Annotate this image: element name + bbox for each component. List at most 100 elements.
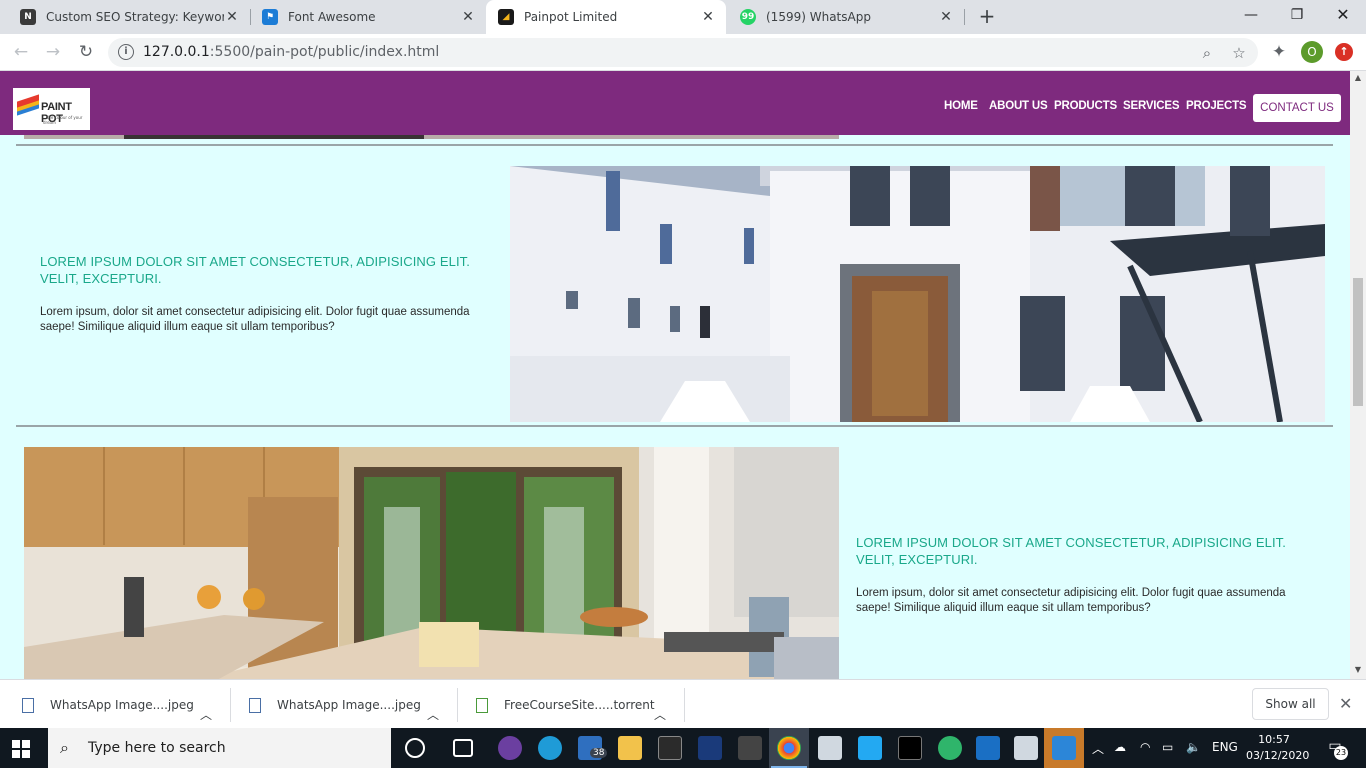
media-player-icon[interactable] — [498, 736, 522, 760]
language-indicator[interactable]: ENG — [1212, 740, 1238, 754]
tab-seo[interactable]: N Custom SEO Strategy: Keyword R ✕ — [8, 0, 250, 34]
page-scrollbar[interactable]: ▲ ▼ — [1350, 71, 1366, 679]
tab-strip: N Custom SEO Strategy: Keyword R ✕ ⚑ Fon… — [0, 0, 1366, 34]
search-placeholder: Type here to search — [88, 740, 226, 756]
tab-font-awesome[interactable]: ⚑ Font Awesome ✕ — [250, 0, 486, 34]
task-view-icon[interactable] — [453, 739, 473, 757]
clock[interactable]: 10:57 03/12/2020 — [1246, 732, 1310, 764]
minimize-button[interactable]: — — [1228, 0, 1274, 30]
restore-button[interactable]: ❐ — [1274, 0, 1320, 30]
url-text[interactable]: 127.0.0.1:5500/pain-pot/public/index.htm… — [143, 44, 439, 60]
site-navbar: PAINT POT ...the colour of your dream HO… — [0, 71, 1350, 135]
page-viewport: PAINT POT ...the colour of your dream HO… — [0, 71, 1366, 679]
browser-toolbar: ← → ↻ i 127.0.0.1:5500/pain-pot/public/i… — [0, 34, 1366, 71]
info-icon[interactable]: i — [118, 44, 134, 60]
video-icon[interactable] — [976, 736, 1000, 760]
extensions-puzzle-icon[interactable]: ✦ — [1268, 41, 1290, 63]
tab-title: Custom SEO Strategy: Keyword R — [46, 10, 224, 24]
contact-us-button[interactable]: CONTACT US — [1253, 94, 1341, 122]
tab-painpot[interactable]: ◢ Painpot Limited ✕ — [486, 0, 726, 34]
clock-date: 03/12/2020 — [1246, 749, 1310, 762]
terminal-icon[interactable] — [898, 736, 922, 760]
scrollbar-thumb[interactable] — [1353, 278, 1363, 406]
close-icon[interactable]: ✕ — [1339, 694, 1352, 713]
zoom-icon[interactable]: ⌕ — [1198, 44, 1216, 62]
edge-icon[interactable] — [538, 736, 562, 760]
image-file-icon — [249, 697, 261, 713]
torrent-file-icon — [476, 697, 488, 713]
bookmark-star-icon[interactable]: ☆ — [1230, 44, 1248, 62]
nav-products[interactable]: PRODUCTS — [1054, 100, 1117, 112]
tab-title: (1599) WhatsApp — [766, 10, 871, 24]
close-tab-icon[interactable]: ✕ — [460, 9, 476, 25]
taskbar-search-box[interactable]: ⌕ Type here to search — [48, 728, 391, 768]
back-arrow-icon[interactable]: ← — [10, 41, 32, 63]
image-file-icon — [22, 697, 34, 713]
image-viewer-icon[interactable] — [1014, 736, 1038, 760]
update-icon[interactable]: ↑ — [1335, 43, 1353, 61]
download-item[interactable]: FreeCourseSite.....torrent — [476, 688, 655, 722]
chevron-up-icon[interactable]: ︿ — [427, 697, 439, 731]
file-explorer-icon[interactable] — [618, 736, 642, 760]
clock-time: 10:57 — [1258, 733, 1290, 746]
section-divider — [16, 425, 1333, 427]
mongodb-icon[interactable] — [938, 736, 962, 760]
cortana-icon[interactable] — [405, 738, 425, 758]
chrome-icon[interactable] — [777, 736, 801, 760]
cloud-icon[interactable]: ☁ — [1114, 740, 1126, 754]
battery-icon[interactable]: ▭ — [1162, 740, 1173, 754]
store-icon[interactable] — [658, 736, 682, 760]
profile-avatar[interactable]: O — [1301, 41, 1323, 63]
close-tab-icon[interactable]: ✕ — [700, 9, 716, 25]
game-icon[interactable] — [698, 736, 722, 760]
chevron-up-icon[interactable]: ︿ — [200, 697, 212, 731]
nav-projects[interactable]: PROJECTS — [1186, 100, 1247, 112]
address-bar[interactable]: i 127.0.0.1:5500/pain-pot/public/index.h… — [108, 38, 1258, 67]
forward-arrow-icon[interactable]: → — [42, 41, 64, 63]
windows-start-icon[interactable] — [12, 740, 30, 758]
download-filename: FreeCourseSite.....torrent — [504, 698, 655, 712]
chevron-up-icon[interactable]: ︿ — [654, 697, 666, 731]
scroll-down-icon[interactable]: ▼ — [1350, 663, 1366, 677]
nav-about-us[interactable]: ABOUT US — [989, 100, 1048, 112]
close-window-button[interactable]: ✕ — [1320, 0, 1366, 30]
whatsapp-favicon-icon: 99 — [740, 9, 756, 25]
close-tab-icon[interactable]: ✕ — [938, 9, 954, 25]
reload-icon[interactable]: ↻ — [75, 41, 97, 63]
notification-icon[interactable]: ▭ 23 — [1324, 738, 1348, 760]
wifi-icon[interactable]: ◠ — [1140, 740, 1150, 754]
download-shelf: WhatsApp Image....jpeg ︿ WhatsApp Image.… — [0, 679, 1366, 728]
tab-whatsapp[interactable]: 99 (1599) WhatsApp ✕ — [728, 0, 964, 34]
download-item[interactable]: WhatsApp Image....jpeg — [22, 688, 194, 722]
painpot-favicon-icon: ◢ — [498, 9, 514, 25]
volume-icon[interactable]: 🔈 — [1186, 740, 1201, 754]
mail-badge: 38 — [590, 748, 608, 758]
section-heading: LOREM IPSUM DOLOR SIT AMET CONSECTETUR, … — [856, 535, 1286, 567]
paint-pot-logo[interactable]: PAINT POT ...the colour of your dream — [13, 88, 90, 130]
nav-home[interactable]: HOME — [944, 100, 978, 112]
scroll-up-icon[interactable]: ▲ — [1350, 71, 1366, 85]
section-heading: LOREM IPSUM DOLOR SIT AMET CONSECTETUR, … — [40, 254, 470, 286]
download-filename: WhatsApp Image....jpeg — [277, 698, 421, 712]
tray-chevron-up-icon[interactable]: ︿ — [1092, 740, 1104, 757]
seo-favicon-icon: N — [20, 9, 36, 25]
url-host: 127.0.0.1 — [143, 44, 210, 60]
url-path: :5500/pain-pot/public/index.html — [209, 44, 440, 60]
download-item[interactable]: WhatsApp Image....jpeg — [249, 688, 421, 722]
notification-count: 23 — [1334, 746, 1348, 760]
vscode-icon[interactable] — [858, 736, 882, 760]
section-body: Lorem ipsum, dolor sit amet consectetur … — [40, 306, 470, 333]
section-body: Lorem ipsum, dolor sit amet consectetur … — [856, 587, 1286, 614]
new-tab-button[interactable]: + — [976, 6, 998, 28]
download-filename: WhatsApp Image....jpeg — [50, 698, 194, 712]
close-tab-icon[interactable]: ✕ — [224, 9, 240, 25]
section-divider — [16, 144, 1333, 146]
nav-services[interactable]: SERVICES — [1123, 100, 1180, 112]
photos-app-icon[interactable] — [1052, 736, 1076, 760]
photos-icon[interactable] — [818, 736, 842, 760]
white-house-photo — [510, 166, 1325, 422]
logo-tagline: ...the colour of your dream — [43, 115, 83, 125]
show-all-button[interactable]: Show all — [1252, 688, 1329, 720]
tab-title: Painpot Limited — [524, 10, 618, 24]
app-icon[interactable] — [738, 736, 762, 760]
